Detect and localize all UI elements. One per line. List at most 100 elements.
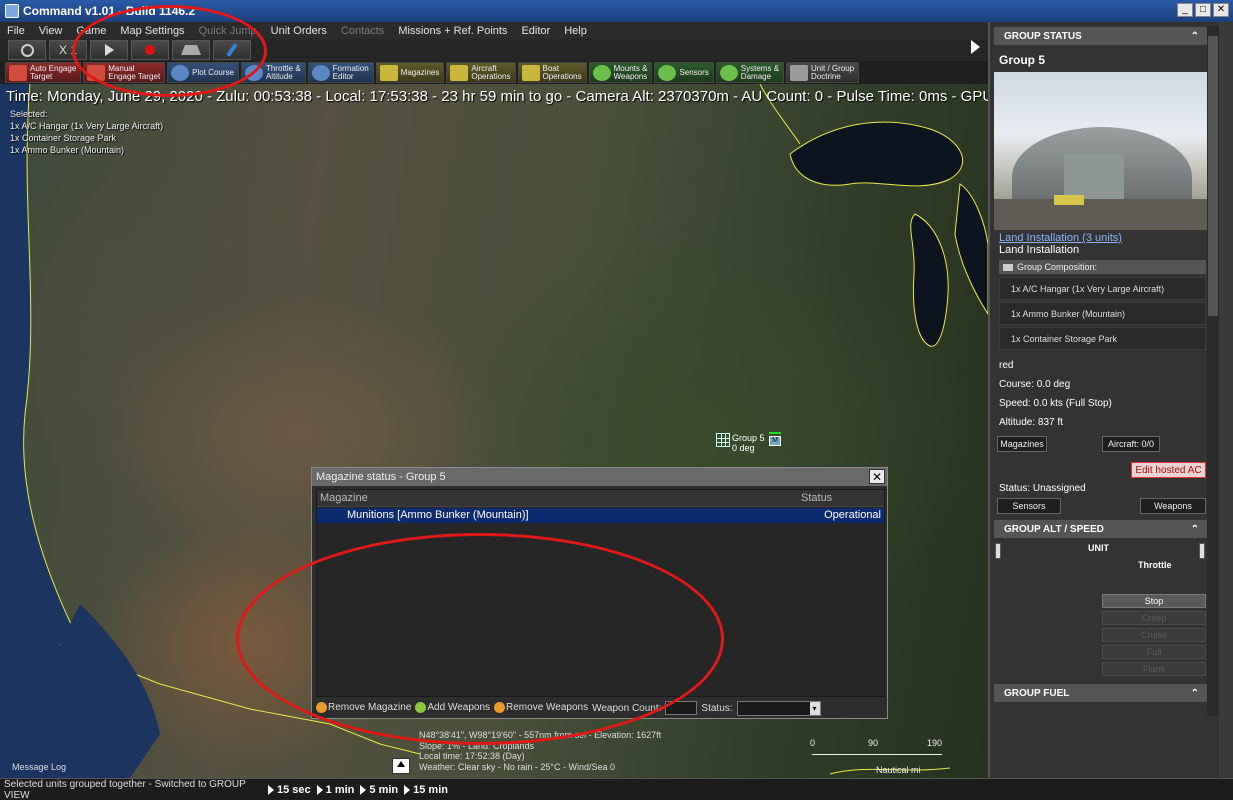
throttle-flank-button[interactable]: Flank (1102, 662, 1206, 676)
status-cell: Operational (824, 509, 881, 521)
step-1-min-button[interactable]: 1 min (316, 783, 355, 796)
throttle-label: Throttle (1138, 560, 1172, 570)
composition-item[interactable]: 1x A/C Hangar (1x Very Large Aircraft) (999, 277, 1206, 300)
column-status[interactable]: Status (801, 492, 832, 504)
scale-bar: 0 90 190 Nautical mi (808, 738, 958, 775)
step-label: 15 min (413, 783, 448, 796)
column-magazine[interactable]: Magazine (320, 492, 368, 504)
scrollbar-thumb[interactable] (1208, 36, 1218, 316)
course-label: Course: 0.0 deg (999, 379, 1071, 390)
sensors-panel-button[interactable]: Sensors (997, 498, 1061, 514)
throttle-creep-button[interactable]: Creep (1102, 611, 1206, 625)
formation-editor-button[interactable]: Formation Editor (307, 62, 374, 83)
menu-contacts[interactable]: Contacts (334, 25, 391, 37)
unit-type-link[interactable]: Land Installation (3 units) (999, 232, 1122, 244)
message-log-tab[interactable]: Message Log (12, 762, 66, 772)
collapse-icon[interactable]: ⌃ (1191, 31, 1199, 42)
mounts-weapons-button[interactable]: Mounts & Weapons (588, 62, 653, 83)
target-icon (9, 64, 27, 81)
menu-view[interactable]: View (32, 25, 70, 37)
doctrine-label-2: Doctrine (811, 71, 841, 81)
menu-file[interactable]: File (0, 25, 32, 37)
boat-ops-label-2: Operations (542, 71, 582, 81)
selected-item: 1x A/C Hangar (1x Very Large Aircraft) (10, 121, 164, 131)
boat-operations-button[interactable]: Boat Operations (517, 62, 587, 83)
ammo-icon (379, 64, 398, 81)
step-15-sec-button[interactable]: 15 sec (268, 784, 311, 796)
clock-button[interactable] (8, 40, 46, 60)
step-15-min-button[interactable]: 15 min (404, 784, 448, 796)
step-label: 1 min (325, 783, 355, 796)
doctrine-button[interactable]: Unit / Group Doctrine (786, 62, 860, 83)
gear-icon (719, 64, 738, 81)
altitude-slider-handle[interactable] (995, 543, 1001, 559)
alt-speed-title: GROUP ALT / SPEED (1004, 523, 1104, 535)
outer-scrollbar[interactable] (1219, 22, 1233, 778)
collapse-icon[interactable]: ⌃ (1191, 524, 1199, 535)
dialog-title: Magazine status - Group 5 (316, 471, 446, 483)
menu-help[interactable]: Help (557, 25, 594, 37)
composition-item[interactable]: 1x Container Storage Park (999, 327, 1206, 350)
throttle-stop-button[interactable]: Stop (1102, 594, 1206, 608)
aircraft-ops-label-2: Operations (471, 71, 511, 81)
sensors-label: Sensors (679, 67, 709, 77)
auto-engage-button[interactable]: Auto Engage Target (5, 62, 82, 83)
magazines-label: Magazines (400, 67, 440, 77)
close-window-button[interactable]: ✕ (1213, 3, 1229, 17)
lake-michigan (910, 213, 949, 347)
toggle-panel-arrow-icon[interactable] (971, 40, 980, 54)
vehicle-shape (1054, 195, 1084, 205)
window-controls: _ □ ✕ (1177, 3, 1229, 17)
minimize-button[interactable]: _ (1177, 3, 1193, 17)
magazines-panel-button[interactable]: Magazines (997, 436, 1047, 452)
group-status-header[interactable]: GROUP STATUS ⌃ (994, 27, 1207, 45)
composition-header[interactable]: Group Composition: (999, 260, 1206, 274)
group-status-title: GROUP STATUS (1004, 30, 1082, 42)
systems-damage-button[interactable]: Systems & Damage (715, 62, 785, 83)
boat-icon (521, 64, 540, 81)
scale-line (812, 754, 942, 755)
marker-name: Group 5 (732, 433, 765, 443)
fuel-title: GROUP FUEL (1004, 687, 1070, 699)
altitude-label: Altitude: 837 ft (999, 417, 1063, 428)
status-message: Selected units grouped together - Switch… (4, 778, 246, 800)
menu-missions[interactable]: Missions + Ref. Points (391, 25, 514, 37)
fuel-header[interactable]: GROUP FUEL ⌃ (994, 684, 1207, 702)
altitude-slider-end[interactable] (1199, 543, 1205, 559)
throttle-label-2: Altitude (265, 71, 293, 81)
weapons-panel-button[interactable]: Weapons (1140, 498, 1206, 514)
aircraft-panel-button[interactable]: Aircraft: 0/0 (1102, 436, 1160, 452)
alt-speed-header[interactable]: GROUP ALT / SPEED ⌃ (994, 520, 1207, 538)
panel-scrollbar[interactable] (1207, 26, 1219, 716)
table-row[interactable]: Munitions [Ammo Bunker (Mountain)] Opera… (317, 508, 884, 523)
radar-icon (658, 64, 677, 81)
composition-item[interactable]: 1x Ammo Bunker (Mountain) (999, 302, 1206, 325)
collapse-icon[interactable] (1003, 263, 1013, 271)
dialog-close-button[interactable]: ✕ (869, 469, 885, 484)
step-5-min-button[interactable]: 5 min (360, 784, 398, 796)
marker-label: Group 5 0 deg (732, 433, 765, 453)
step-label: 5 min (369, 783, 399, 796)
maximize-button[interactable]: □ (1195, 3, 1211, 17)
menu-unit-orders[interactable]: Unit Orders (264, 25, 334, 37)
throttle-cruise-button[interactable]: Cruise (1102, 628, 1206, 642)
group-5-marker[interactable]: Group 5 0 deg M (716, 432, 781, 453)
formation-icon (311, 64, 330, 81)
aircraft-operations-button[interactable]: Aircraft Operations (446, 62, 516, 83)
scale-tick: 0 (810, 738, 816, 748)
throttle-full-button[interactable]: Full (1102, 645, 1206, 659)
magazines-button[interactable]: Magazines (375, 62, 445, 83)
annotation-ellipse (72, 5, 267, 97)
status-select[interactable] (736, 700, 821, 716)
scale-tick: 190 (927, 738, 943, 748)
status-label: Status: (701, 702, 733, 714)
dialog-title-bar[interactable]: Magazine status - Group 5 ✕ (312, 468, 887, 486)
unit-type: Land Installation (999, 244, 1080, 256)
menu-editor[interactable]: Editor (514, 25, 557, 37)
sensors-button[interactable]: Sensors (654, 62, 714, 83)
cursor-info-line: Local time: 17:52:38 (Day) (419, 751, 525, 761)
north-up-icon[interactable] (392, 758, 410, 774)
edit-hosted-ac-button[interactable]: Edit hosted AC (1131, 462, 1206, 478)
collapse-icon[interactable]: ⌃ (1191, 688, 1199, 699)
auto-engage-label-2: Target (30, 71, 53, 81)
